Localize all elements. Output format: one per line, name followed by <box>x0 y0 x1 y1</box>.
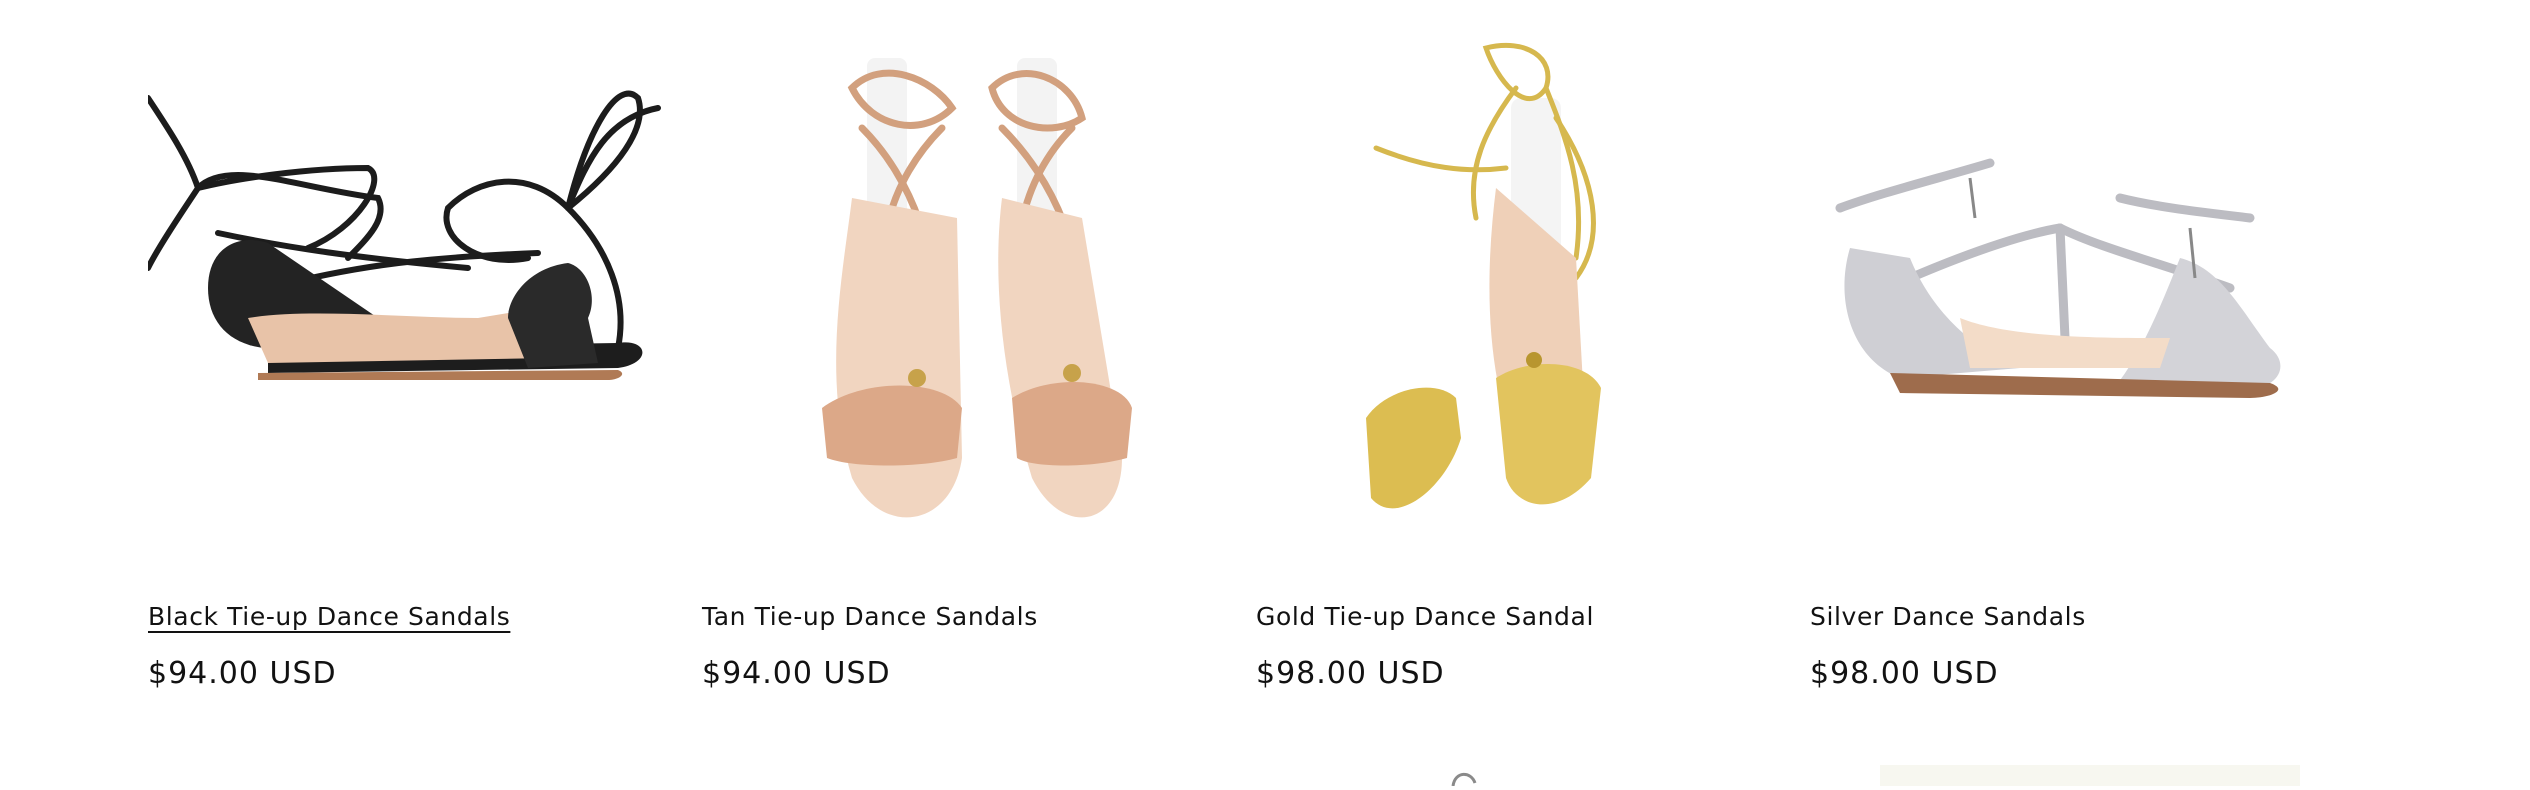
product-title[interactable]: Gold Tie-up Dance Sandal <box>1256 598 1594 636</box>
product-image-tan[interactable] <box>702 18 1228 558</box>
product-price: $94.00 USD <box>702 656 891 691</box>
product-title[interactable]: Black Tie-up Dance Sandals <box>148 598 510 636</box>
next-row-peek <box>1445 765 1485 787</box>
product-card[interactable]: Silver Dance Sandals $98.00 USD <box>1810 0 2336 786</box>
product-grid: Black Tie-up Dance Sandals $94.00 USD Ta… <box>148 0 2382 786</box>
product-image-gold[interactable] <box>1256 18 1782 558</box>
product-card[interactable]: Gold Tie-up Dance Sandal $98.00 USD <box>1256 0 1782 786</box>
product-price: $98.00 USD <box>1256 656 1445 691</box>
product-image-silver[interactable] <box>1810 18 2336 558</box>
product-card[interactable]: Tan Tie-up Dance Sandals $94.00 USD <box>702 0 1228 786</box>
product-price: $98.00 USD <box>1810 656 1999 691</box>
product-title[interactable]: Silver Dance Sandals <box>1810 598 2086 636</box>
product-title[interactable]: Tan Tie-up Dance Sandals <box>702 598 1038 636</box>
product-price: $94.00 USD <box>148 656 337 691</box>
next-row-peek <box>1880 765 2300 786</box>
product-card[interactable]: Black Tie-up Dance Sandals $94.00 USD <box>148 0 674 786</box>
product-image-black[interactable] <box>148 18 674 558</box>
